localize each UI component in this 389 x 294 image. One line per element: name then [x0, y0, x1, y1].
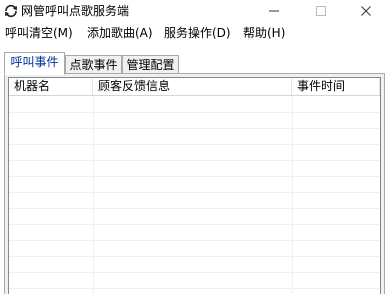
- tab-management-config[interactable]: 管理配置: [122, 55, 179, 75]
- menu-clear-calls[interactable]: 呼叫清空(M): [3, 25, 75, 41]
- column-header-machine-name[interactable]: 机器名: [9, 78, 93, 95]
- menu-help[interactable]: 帮助(H): [241, 25, 287, 41]
- list-header: 机器名 顾客反馈信息 事件时间: [9, 78, 380, 96]
- grid-row-line: [9, 144, 380, 145]
- grid-row-line: [9, 192, 380, 193]
- grid-row-line: [9, 272, 380, 273]
- grid-row-line: [9, 256, 380, 257]
- close-button[interactable]: [343, 0, 389, 22]
- tab-label: 管理配置: [126, 58, 175, 72]
- minimize-button[interactable]: [251, 0, 297, 22]
- grid-row-line: [9, 112, 380, 113]
- maximize-button[interactable]: [298, 0, 344, 22]
- maximize-icon: [316, 6, 326, 16]
- tab-label: 点歌事件: [69, 58, 118, 72]
- grid-column-line: [93, 96, 94, 294]
- refresh-icon: [3, 3, 19, 19]
- grid-row-line: [9, 224, 380, 225]
- tab-song-events[interactable]: 点歌事件: [65, 55, 122, 75]
- window-title: 网管呼叫点歌服务端: [21, 4, 130, 18]
- grid-row-line: [9, 288, 380, 289]
- grid-row-line: [9, 128, 380, 129]
- grid-row-line: [9, 176, 380, 177]
- grid-row-line: [9, 208, 380, 209]
- title-bar: 网管呼叫点歌服务端: [0, 0, 389, 22]
- tab-call-events[interactable]: 呼叫事件: [4, 52, 65, 75]
- close-icon: [361, 6, 371, 16]
- list-body: [9, 96, 380, 294]
- minimize-icon: [269, 10, 279, 12]
- grid-column-line: [292, 96, 293, 294]
- menu-add-song[interactable]: 添加歌曲(A): [85, 25, 155, 41]
- menu-service-ops[interactable]: 服务操作(D): [162, 25, 233, 41]
- grid-row-line: [9, 240, 380, 241]
- menu-bar: 呼叫清空(M) 添加歌曲(A) 服务操作(D) 帮助(H): [0, 23, 389, 43]
- event-list[interactable]: 机器名 顾客反馈信息 事件时间: [8, 77, 381, 294]
- tab-label: 呼叫事件: [10, 55, 59, 69]
- column-header-feedback[interactable]: 顾客反馈信息: [93, 78, 292, 95]
- grid-row-line: [9, 160, 380, 161]
- column-header-event-time[interactable]: 事件时间: [292, 78, 380, 95]
